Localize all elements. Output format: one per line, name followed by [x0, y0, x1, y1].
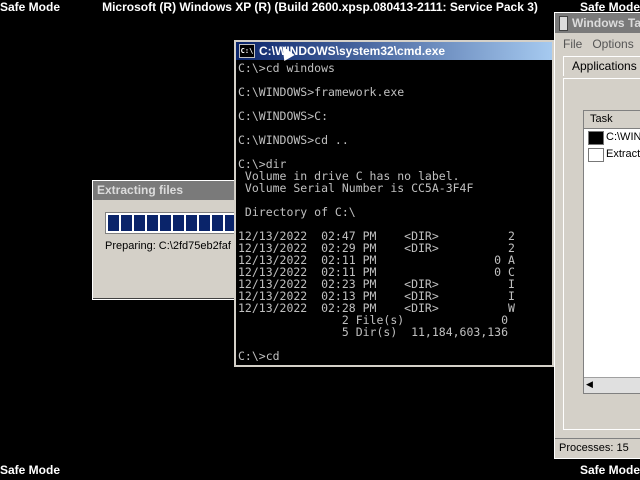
task-row[interactable]: C:\WIN [584, 129, 640, 146]
console-line: C:\WINDOWS>framework.exe [238, 85, 405, 99]
console-line: 5 Dir(s) 11,184,603,136 [238, 325, 509, 339]
menu-file[interactable]: File [563, 37, 582, 51]
os-build-banner: Microsoft (R) Windows XP (R) (Build 2600… [102, 0, 538, 14]
safe-mode-bottom-right: Safe Mode [579, 463, 640, 477]
scroll-left-arrow-icon[interactable]: ◀ [586, 379, 593, 390]
task-row[interactable]: Extract [584, 146, 640, 163]
progress-segment [199, 215, 210, 231]
task-manager-window[interactable]: Windows Ta File Options Applications Tas… [554, 12, 640, 459]
status-bar-processes: Processes: 15 [555, 438, 640, 457]
console-line: Directory of C:\ [238, 205, 356, 219]
progress-segment [186, 215, 197, 231]
column-header-task[interactable]: Task [584, 111, 640, 129]
console-line: Volume Serial Number is CC5A-3F4F [238, 181, 474, 195]
console-line: C:\WINDOWS>C: [238, 109, 329, 123]
cmd-window[interactable]: C:\ C:\WINDOWS\system32\cmd.exe C:\>cd w… [234, 40, 554, 367]
console-output[interactable]: C:\>cd windows C:\WINDOWS>framework.exe … [238, 62, 552, 365]
progress-segment [134, 215, 145, 231]
horizontal-scrollbar[interactable]: ◀ [584, 377, 640, 393]
console-line: C:\WINDOWS>cd .. [238, 133, 349, 147]
safe-mode-bottom-left: Safe Mode [0, 463, 61, 477]
console-line: C:\>cd windows [238, 62, 335, 75]
tab-applications[interactable]: Applications [563, 56, 640, 76]
extract-dialog-title[interactable]: Extracting files [93, 181, 243, 200]
extract-progress-bar [105, 212, 245, 234]
progress-segment [147, 215, 158, 231]
menu-options[interactable]: Options [592, 37, 633, 51]
task-manager-menubar: File Options [555, 33, 640, 55]
extract-status-text: Preparing: C:\2fd75eb2faf [105, 240, 231, 252]
progress-segment [212, 215, 223, 231]
extracting-files-dialog[interactable]: Extracting files Preparing: C:\2fd75eb2f… [92, 180, 245, 300]
progress-segment [160, 215, 171, 231]
progress-segment [173, 215, 184, 231]
cmd-icon [588, 130, 604, 145]
task-manager-icon [559, 15, 568, 31]
task-manager-title: Windows Ta [572, 16, 640, 30]
task-row-label: Extract [606, 148, 640, 160]
progress-segment [121, 215, 132, 231]
console-line: C:\>cd [238, 349, 280, 363]
task-row-label: C:\WIN [606, 131, 640, 143]
task-list[interactable]: Task C:\WIN Extract ◀ [583, 110, 640, 394]
task-manager-titlebar[interactable]: Windows Ta [555, 13, 640, 33]
console-icon: C:\ [239, 44, 255, 58]
window-icon [588, 147, 604, 162]
progress-segment [108, 215, 119, 231]
